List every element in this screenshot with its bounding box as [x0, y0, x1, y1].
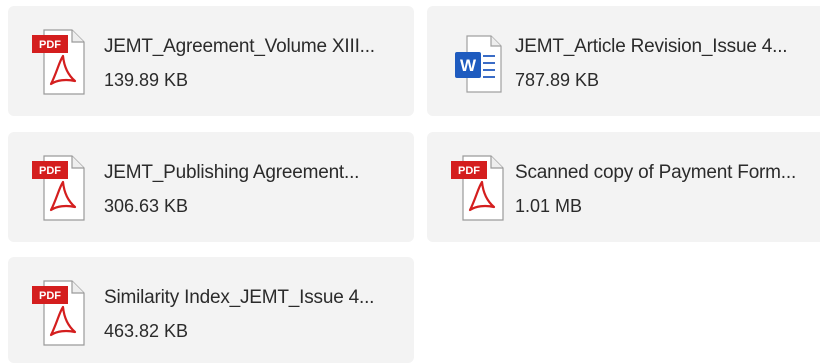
pdf-file-icon: PDF — [451, 155, 504, 221]
attachment-card[interactable]: W JEMT_Article Revision_Issue 4... 787.8… — [427, 6, 820, 116]
pdf-file-icon: PDF — [32, 280, 85, 346]
attachment-size: 1.01 MB — [515, 196, 583, 216]
word-file-icon: W — [455, 35, 502, 93]
attachment-card[interactable]: PDF Similarity Index_JEMT_Issue 4... 463… — [8, 257, 414, 363]
word-badge-label: W — [460, 56, 477, 75]
attachment-name: JEMT_Publishing Agreement... — [104, 162, 360, 183]
pdf-badge-label: PDF — [39, 165, 61, 177]
pdf-file-icon: PDF — [32, 155, 85, 221]
pdf-badge-label: PDF — [39, 290, 61, 302]
attachment-card[interactable]: PDF JEMT_Publishing Agreement... 306.63 … — [8, 132, 414, 242]
attachment-card[interactable]: PDF JEMT_Agreement_Volume XIII... 139.89… — [8, 6, 414, 116]
attachment-card[interactable]: PDF Scanned copy of Payment Form... 1.01… — [427, 132, 820, 242]
attachment-size: 306.63 KB — [104, 196, 189, 216]
attachment-name: Scanned copy of Payment Form... — [515, 162, 797, 183]
attachment-name: Similarity Index_JEMT_Issue 4... — [104, 287, 375, 308]
attachment-name: JEMT_Article Revision_Issue 4... — [515, 36, 788, 57]
pdf-badge-label: PDF — [458, 165, 480, 177]
attachment-name: JEMT_Agreement_Volume XIII... — [104, 36, 375, 57]
pdf-file-icon: PDF — [32, 29, 85, 95]
attachment-size: 139.89 KB — [104, 70, 189, 90]
attachment-size: 463.82 KB — [104, 321, 189, 341]
pdf-badge-label: PDF — [39, 39, 61, 51]
attachment-size: 787.89 KB — [515, 70, 600, 90]
